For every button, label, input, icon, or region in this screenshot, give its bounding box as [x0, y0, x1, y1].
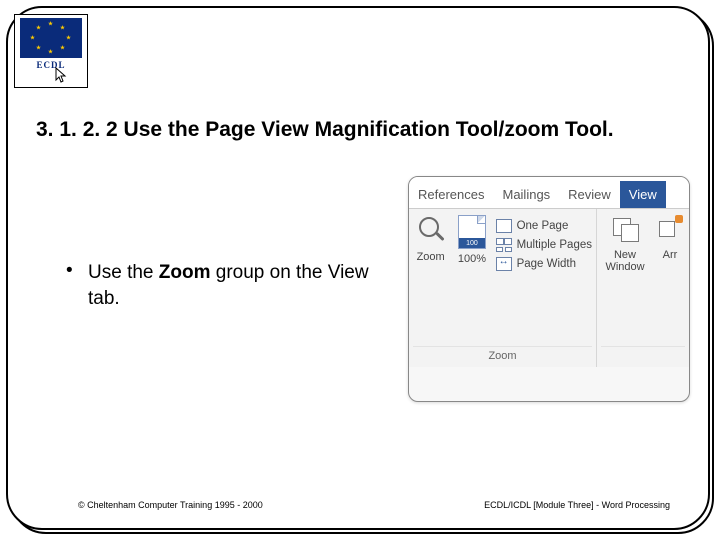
- arrange-button[interactable]: Arr: [655, 215, 685, 261]
- new-window-button[interactable]: New Window: [601, 215, 649, 273]
- one-page-icon: [496, 219, 512, 233]
- zoom-100-label: 100%: [458, 253, 486, 265]
- doc-100-badge: 100: [459, 238, 485, 248]
- tab-mailings[interactable]: Mailings: [493, 181, 559, 208]
- bullet-text: Use the Zoom group on the View tab.: [88, 260, 396, 311]
- tab-references[interactable]: References: [409, 181, 493, 208]
- new-window-icon: [610, 215, 640, 245]
- multiple-pages-label: Multiple Pages: [517, 239, 592, 251]
- window-group: New Window Arr: [597, 209, 689, 367]
- zoom-group-label: Zoom: [413, 346, 592, 367]
- bullet-marker: •: [66, 260, 88, 311]
- eu-flag-icon: [20, 18, 82, 58]
- one-page-button[interactable]: One Page: [496, 219, 592, 233]
- slide-title: 3. 1. 2. 2 Use the Page View Magnificati…: [36, 118, 684, 142]
- cursor-icon: [55, 67, 69, 86]
- ribbon-tabs: References Mailings Review View: [409, 177, 689, 209]
- page-width-icon: [496, 257, 512, 271]
- zoom-button[interactable]: Zoom: [413, 215, 448, 263]
- bullet-item: • Use the Zoom group on the View tab.: [66, 260, 396, 311]
- ecdl-logo: ECDL: [14, 14, 88, 88]
- page-width-button[interactable]: Page Width: [496, 257, 592, 271]
- bullet-bold: Zoom: [159, 262, 211, 283]
- one-page-label: One Page: [517, 220, 569, 232]
- tab-view[interactable]: View: [620, 181, 666, 208]
- ribbon-body: Zoom 100 100% One Page: [409, 209, 689, 367]
- page-width-label: Page Width: [517, 258, 576, 270]
- tab-review[interactable]: Review: [559, 181, 620, 208]
- zoom-group: Zoom 100 100% One Page: [409, 209, 597, 367]
- document-100-icon: 100: [458, 215, 486, 249]
- word-ribbon-screenshot: References Mailings Review View Zoom: [408, 176, 690, 402]
- arrange-icon: [655, 215, 685, 245]
- zoom-100-button[interactable]: 100 100%: [454, 215, 489, 265]
- new-window-label: New Window: [601, 249, 649, 273]
- bullet-pre: Use the: [88, 262, 159, 283]
- zoom-options: One Page Multiple Pages Page Width: [496, 215, 592, 271]
- arrange-label: Arr: [663, 249, 678, 261]
- multiple-pages-button[interactable]: Multiple Pages: [496, 238, 592, 252]
- slide-frame: ECDL 3. 1. 2. 2 Use the Page View Magnif…: [6, 6, 710, 530]
- magnifier-icon: [415, 215, 447, 247]
- zoom-button-label: Zoom: [417, 251, 445, 263]
- footer-copyright: © Cheltenham Computer Training 1995 - 20…: [78, 500, 263, 510]
- multiple-pages-icon: [496, 238, 512, 252]
- footer-module: ECDL/ICDL [Module Three] - Word Processi…: [484, 500, 670, 510]
